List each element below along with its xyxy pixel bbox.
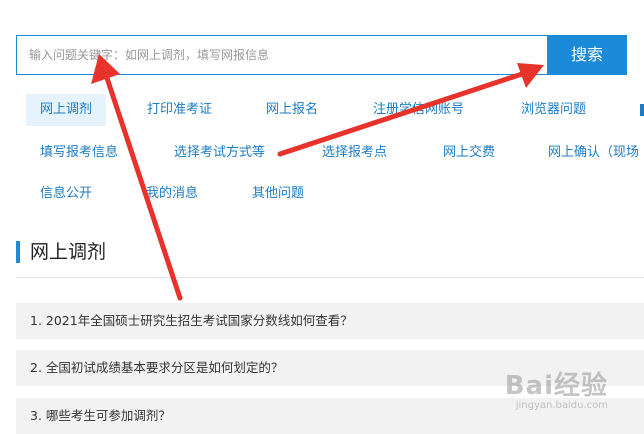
category-tab-choose-exam-site[interactable]: 选择报考点 [322, 137, 387, 169]
category-tab-browser-issues[interactable]: 浏览器问题 [521, 94, 586, 126]
section-divider [16, 277, 644, 278]
watermark-logo: Bai经验 [504, 371, 608, 401]
category-tab-fill-exam-info[interactable]: 填写报考信息 [40, 137, 118, 169]
search-input[interactable] [16, 35, 547, 75]
category-tab-register-chsi-account[interactable]: 注册学信网账号 [373, 94, 464, 126]
category-tab-info-disclosure[interactable]: 信息公开 [40, 178, 92, 210]
question-item[interactable]: 1. 2021年全国硕士研究生招生考试国家分数线如何查看？ [16, 303, 644, 339]
category-tab-online-registration[interactable]: 网上报名 [266, 94, 318, 126]
category-tab-choose-exam-method[interactable]: 选择考试方式等 [174, 137, 265, 169]
section-title: 网上调剂 [30, 241, 107, 263]
category-tab-my-messages[interactable]: 我的消息 [146, 178, 198, 210]
search-bar: 搜索 [16, 35, 627, 75]
category-tab-online-payment[interactable]: 网上交费 [443, 137, 495, 169]
category-tab-online-adjustment[interactable]: 网上调剂 [26, 94, 107, 126]
category-tab-clipped[interactable] [640, 104, 644, 116]
category-tab-other-questions[interactable]: 其他问题 [252, 178, 304, 210]
category-tab-online-confirmation[interactable]: 网上确认（现场 [548, 137, 639, 169]
page: 搜索 网上调剂 打印准考证 网上报名 注册学信网账号 浏览器问题 填写报考信息 … [0, 0, 644, 434]
search-button[interactable]: 搜索 [547, 35, 627, 75]
watermark: Bai经验 jingyan.baidu.com [505, 372, 608, 412]
watermark-url: jingyan.baidu.com [515, 400, 608, 411]
section-marker [16, 241, 20, 263]
category-tab-print-admission-ticket[interactable]: 打印准考证 [147, 94, 212, 126]
